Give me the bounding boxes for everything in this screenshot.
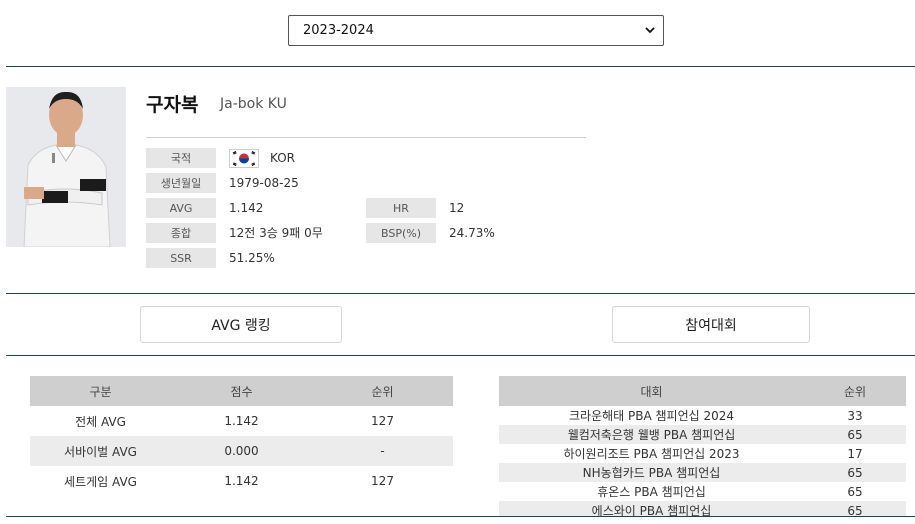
season-select[interactable]: 2023-2024 <box>288 15 664 46</box>
hr-value: 12 <box>449 201 465 215</box>
table-cell: 33 <box>847 408 863 423</box>
table-cell: 1.142 <box>224 414 259 428</box>
table-cell: 0.000 <box>224 444 259 458</box>
column-header: 순위 <box>371 384 394 399</box>
record-value: 12전 3승 9패 0무 <box>229 226 323 240</box>
table-header: 구분 점수 순위 <box>30 376 453 406</box>
table-row: 전체 AVG 1.142 127 <box>30 406 453 436</box>
divider <box>6 66 915 67</box>
avg-label: AVG <box>146 198 216 218</box>
table-row: 하이원리조트 PBA 챔피언십 2023 17 <box>499 444 906 463</box>
hr-label: HR <box>366 198 436 218</box>
column-header: 점수 <box>230 384 253 399</box>
table-cell: 전체 AVG <box>75 414 126 429</box>
table-cell: 크라운해태 PBA 챔피언십 2024 <box>568 409 735 423</box>
table-cell: 하이원리조트 PBA 챔피언십 2023 <box>563 447 740 461</box>
divider <box>6 355 915 356</box>
table-row: 세트게임 AVG 1.142 127 <box>30 466 453 496</box>
table-cell: 127 <box>371 414 394 428</box>
table-cell: 65 <box>847 484 863 499</box>
record-label: 종합 <box>146 223 216 243</box>
player-name-korean: 구자복 <box>146 94 199 116</box>
bsp-value: 24.73% <box>449 226 495 240</box>
table-header: 대회 순위 <box>499 376 906 406</box>
table-cell: 65 <box>847 427 863 442</box>
name-divider <box>146 137 586 138</box>
chevron-down-icon <box>645 27 655 34</box>
nationality-label: 국적 <box>146 148 216 168</box>
table-cell: 17 <box>847 446 863 461</box>
table-row: 웰컴저축은행 웰뱅 PBA 챔피언십 65 <box>499 425 906 444</box>
korea-flag-icon <box>229 149 259 168</box>
table-cell: NH농협카드 PBA 챔피언십 <box>582 466 721 480</box>
tab-tournaments[interactable]: 참여대회 <box>612 306 810 343</box>
table-row: 크라운해태 PBA 챔피언십 2024 33 <box>499 406 906 425</box>
table-cell: 웰컴저축은행 웰뱅 PBA 챔피언십 <box>567 428 736 442</box>
table-cell: 65 <box>847 465 863 480</box>
column-header: 구분 <box>89 384 112 399</box>
birthdate-value: 1979-08-25 <box>229 176 299 190</box>
table-cell: 65 <box>847 503 863 518</box>
divider <box>6 516 915 517</box>
ssr-value: 51.25% <box>229 251 275 265</box>
table-row: 에스와이 PBA 챔피언십 65 <box>499 501 906 517</box>
avg-ranking-table: 구분 점수 순위 전체 AVG 1.142 127 서바이벌 AVG 0.000… <box>30 376 453 496</box>
bsp-label: BSP(%) <box>366 223 436 243</box>
column-header: 순위 <box>843 384 867 399</box>
nationality-value: KOR <box>270 151 295 165</box>
divider <box>6 293 915 294</box>
table-row: 휴온스 PBA 챔피언십 65 <box>499 482 906 501</box>
column-header: 대회 <box>640 384 663 399</box>
birthdate-label: 생년월일 <box>146 173 216 193</box>
player-photo <box>6 87 126 247</box>
ssr-label: SSR <box>146 248 216 268</box>
season-select-value: 2023-2024 <box>303 23 374 38</box>
table-row: NH농협카드 PBA 챔피언십 65 <box>499 463 906 482</box>
table-cell: 서바이벌 AVG <box>64 444 137 459</box>
tournaments-table[interactable]: 대회 순위 크라운해태 PBA 챔피언십 2024 33 웰컴저축은행 웰뱅 P… <box>499 376 906 517</box>
table-cell: 1.142 <box>224 474 259 488</box>
table-cell: 세트게임 AVG <box>64 474 137 489</box>
table-row: 서바이벌 AVG 0.000 - <box>30 436 453 466</box>
table-cell: 에스와이 PBA 챔피언십 <box>591 504 712 517</box>
table-cell: 127 <box>371 474 394 488</box>
table-cell: 휴온스 PBA 챔피언십 <box>597 485 706 499</box>
tab-avg-ranking[interactable]: AVG 랭킹 <box>140 306 342 343</box>
table-cell: - <box>380 444 385 458</box>
avg-value: 1.142 <box>229 201 264 215</box>
player-name-english: Ja-bok KU <box>220 96 287 112</box>
